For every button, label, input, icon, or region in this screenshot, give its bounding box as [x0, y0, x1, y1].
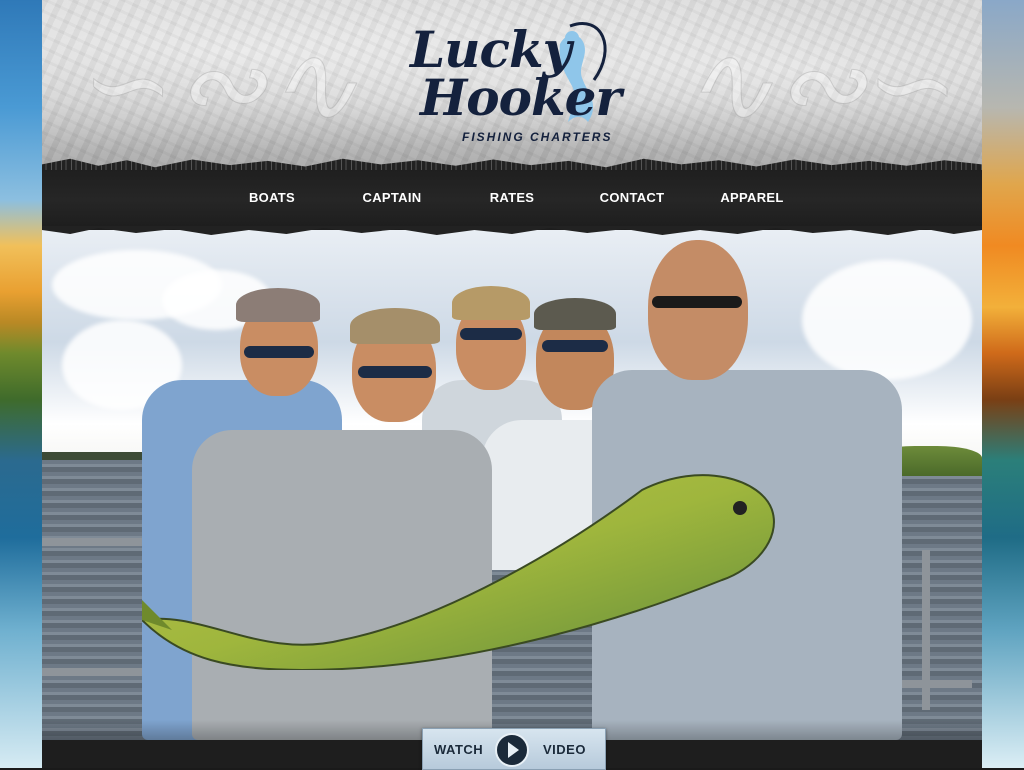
site-header: ∽∾∿ ∿∾∽ Lucky Hooker FISHING CHARTERS [42, 0, 982, 170]
video-label: VIDEO [543, 742, 586, 757]
watch-video-button[interactable]: WATCH VIDEO [422, 728, 606, 770]
nav-item-apparel[interactable]: APPAREL [702, 190, 802, 205]
nav-item-contact[interactable]: CONTACT [582, 190, 682, 205]
nav-item-boats[interactable]: BOATS [222, 190, 322, 205]
nav-item-captain[interactable]: CAPTAIN [342, 190, 442, 205]
nav-item-rates[interactable]: RATES [462, 190, 562, 205]
site-logo[interactable]: Lucky Hooker FISHING CHARTERS [402, 18, 622, 150]
logo-line-hooker: Hooker [420, 68, 622, 127]
header-watermark-left: ∽∾∿ [82, 20, 360, 149]
watch-label: WATCH [434, 742, 484, 757]
right-background-strip [982, 0, 1024, 768]
header-watermark-right: ∿∾∽ [682, 20, 960, 149]
boat-rail [922, 550, 930, 710]
logo-subtitle: FISHING CHARTERS [462, 130, 613, 144]
play-icon [495, 733, 529, 767]
hero-photo [42, 230, 982, 740]
mahi-mahi-fish [142, 474, 775, 670]
left-background-strip [0, 0, 44, 768]
page-container: ∽∾∿ ∿∾∽ Lucky Hooker FISHING CHARTERS BO… [42, 0, 982, 770]
main-navigation: BOATS CAPTAIN RATES CONTACT APPAREL [42, 170, 982, 235]
